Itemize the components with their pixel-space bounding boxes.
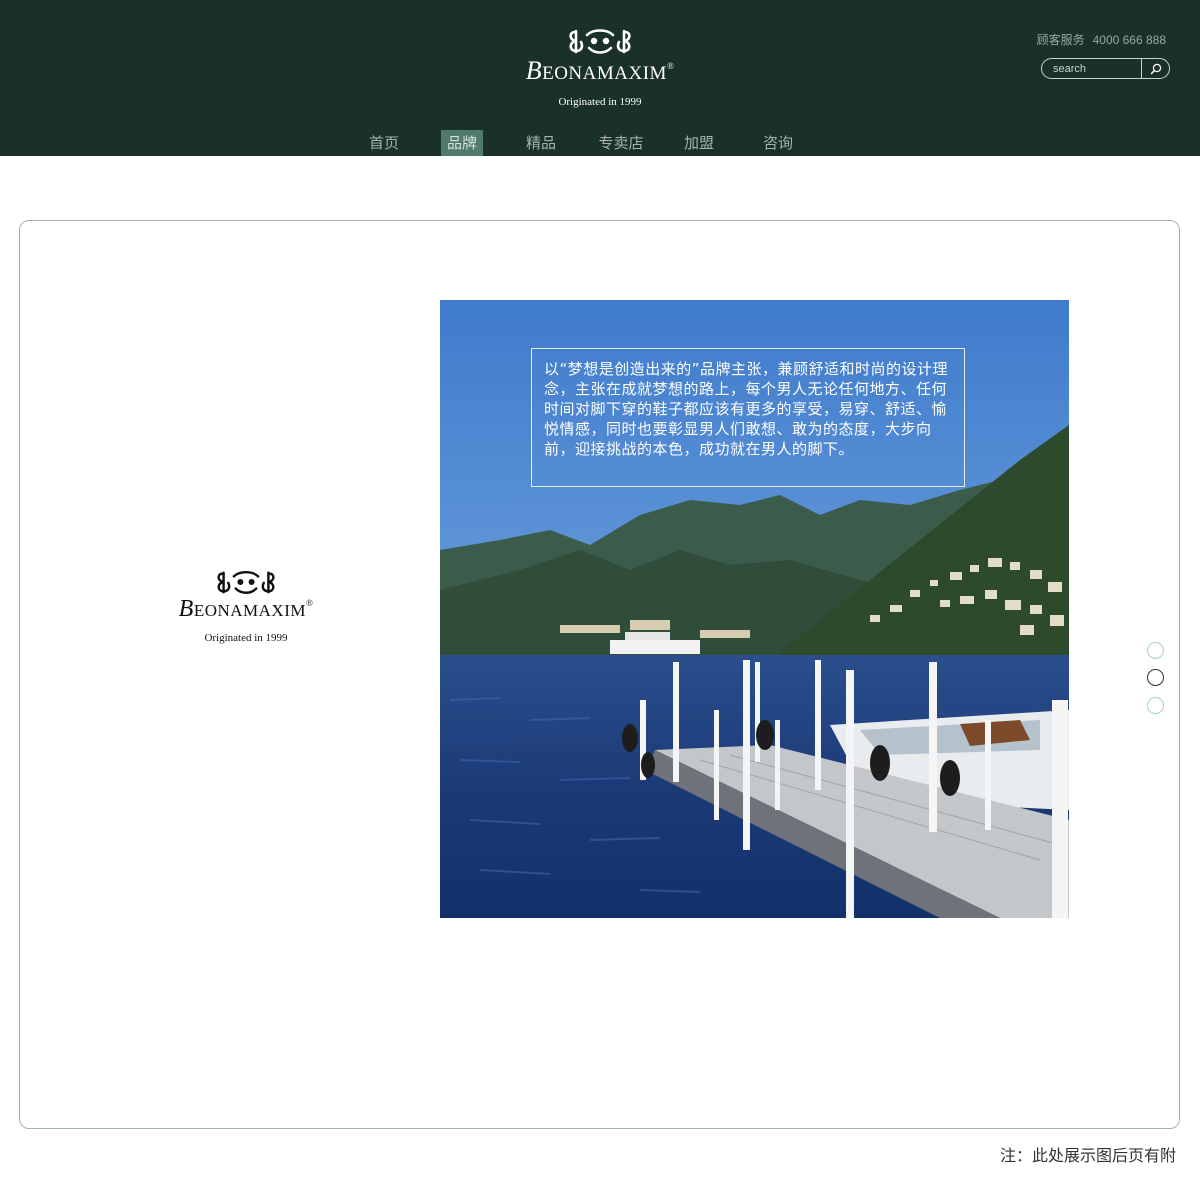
customer-service-hotline: 顾客服务 4000 666 888 (1037, 31, 1166, 48)
nav-item-products[interactable]: 精品 (519, 130, 563, 156)
nav-item-stores[interactable]: 专卖店 (592, 130, 650, 156)
brand-tagline: Originated in 1999 (558, 96, 642, 108)
registered-mark: ® (666, 60, 675, 71)
nav-item-home[interactable]: 首页 (362, 130, 406, 156)
search-box (1041, 58, 1170, 79)
footnote: 注：此处展示图后页有附 (999, 1146, 1176, 1165)
search-icon (1150, 63, 1161, 74)
main-nav: 首页 品牌 精品 专卖店 加盟 咨询 (0, 130, 1200, 156)
brand-statement-box: 以“梦想是创造出来的”品牌主张，兼顾舒适和时尚的设计理念，主张在成就梦想的路上，… (531, 348, 965, 487)
brand-name-rest: EONAMAXIM (542, 63, 667, 84)
nav-item-brand[interactable]: 品牌 (441, 130, 483, 156)
header-logo[interactable]: BEONAMAXIM® Originated in 1999 (500, 26, 700, 108)
site-header: BEONAMAXIM® Originated in 1999 顾客服务 4000 … (0, 0, 1200, 156)
lake-pier-photo: 以“梦想是创造出来的”品牌主张，兼顾舒适和时尚的设计理念，主张在成就梦想的路上，… (440, 300, 1069, 918)
brand-initial: B (178, 596, 194, 622)
slide-dot-3[interactable] (1147, 697, 1164, 714)
slide-dot-1[interactable] (1147, 642, 1164, 659)
slide-dot-2[interactable] (1147, 669, 1164, 686)
brand-monogram-icon (217, 570, 275, 594)
brand-tagline: Originated in 1999 (204, 632, 288, 644)
search-input[interactable] (1042, 59, 1142, 78)
slide-brand-logo: BEONAMAXIM® Originated in 1999 (160, 568, 332, 644)
brand-monogram-icon (569, 29, 631, 54)
brand-wordmark: BEONAMAXIM® (526, 56, 675, 86)
brand-wordmark: BEONAMAXIM® (179, 596, 314, 623)
brand-statement-text: 以“梦想是创造出来的”品牌主张，兼顾舒适和时尚的设计理念，主张在成就梦想的路上，… (544, 360, 949, 458)
nav-item-franchise[interactable]: 加盟 (677, 130, 721, 156)
hotline-label: 顾客服务 (1036, 33, 1085, 47)
registered-mark: ® (306, 598, 314, 609)
hotline-number: 4000 666 888 (1092, 33, 1166, 47)
search-button[interactable] (1141, 59, 1169, 78)
brand-name-rest: EONAMAXIM (193, 601, 306, 620)
nav-item-contact[interactable]: 咨询 (756, 130, 800, 156)
brand-initial: B (525, 56, 543, 85)
